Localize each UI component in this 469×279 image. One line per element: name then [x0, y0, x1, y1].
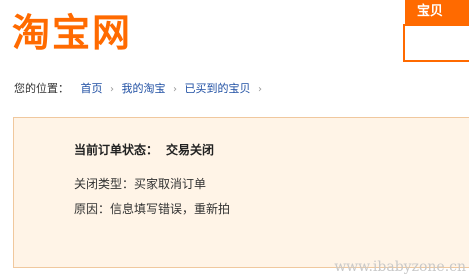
search-box: [403, 24, 469, 62]
search-input[interactable]: [405, 26, 469, 60]
breadcrumb-prefix: 您的位置：: [14, 82, 69, 95]
breadcrumb: 您的位置： 首页 › 我的淘宝 › 已买到的宝贝 ›: [14, 81, 266, 97]
watermark: www.ibabyzone.cn: [334, 259, 466, 275]
taobao-logo[interactable]: 淘宝网: [12, 10, 157, 56]
order-status-panel: 当前订单状态： 交易关闭 关闭类型：买家取消订单 原因：信息填写错误，重新拍: [13, 117, 469, 268]
close-reason-line: 原因：信息填写错误，重新拍: [74, 200, 230, 217]
close-reason-label: 原因：: [74, 202, 111, 216]
close-type-line: 关闭类型：买家取消订单: [74, 175, 206, 192]
search-tab-items[interactable]: 宝贝: [405, 0, 469, 24]
chevron-right-icon: ›: [110, 84, 114, 95]
close-reason-value: 信息填写错误，重新拍: [110, 202, 231, 216]
breadcrumb-link-home[interactable]: 首页: [81, 82, 103, 95]
order-status-value: 交易关闭: [166, 143, 215, 157]
close-type-label: 关闭类型：: [74, 177, 135, 191]
breadcrumb-link-purchased[interactable]: 已买到的宝贝: [185, 82, 251, 95]
logo-text: 淘宝网: [12, 11, 132, 55]
order-status-label: 当前订单状态：: [74, 143, 159, 157]
chevron-right-icon: ›: [258, 84, 262, 95]
taobao-logo-graphic: 淘宝网: [12, 11, 132, 55]
close-type-value: 买家取消订单: [134, 177, 207, 191]
breadcrumb-link-my-taobao[interactable]: 我的淘宝: [122, 82, 166, 95]
order-status-line: 当前订单状态： 交易关闭: [74, 141, 214, 158]
order-detail-page: 淘宝网 宝贝 您的位置： 首页 › 我的淘宝 › 已买到的宝贝 › 当前订单状态…: [0, 0, 469, 279]
chevron-right-icon: ›: [173, 84, 177, 95]
